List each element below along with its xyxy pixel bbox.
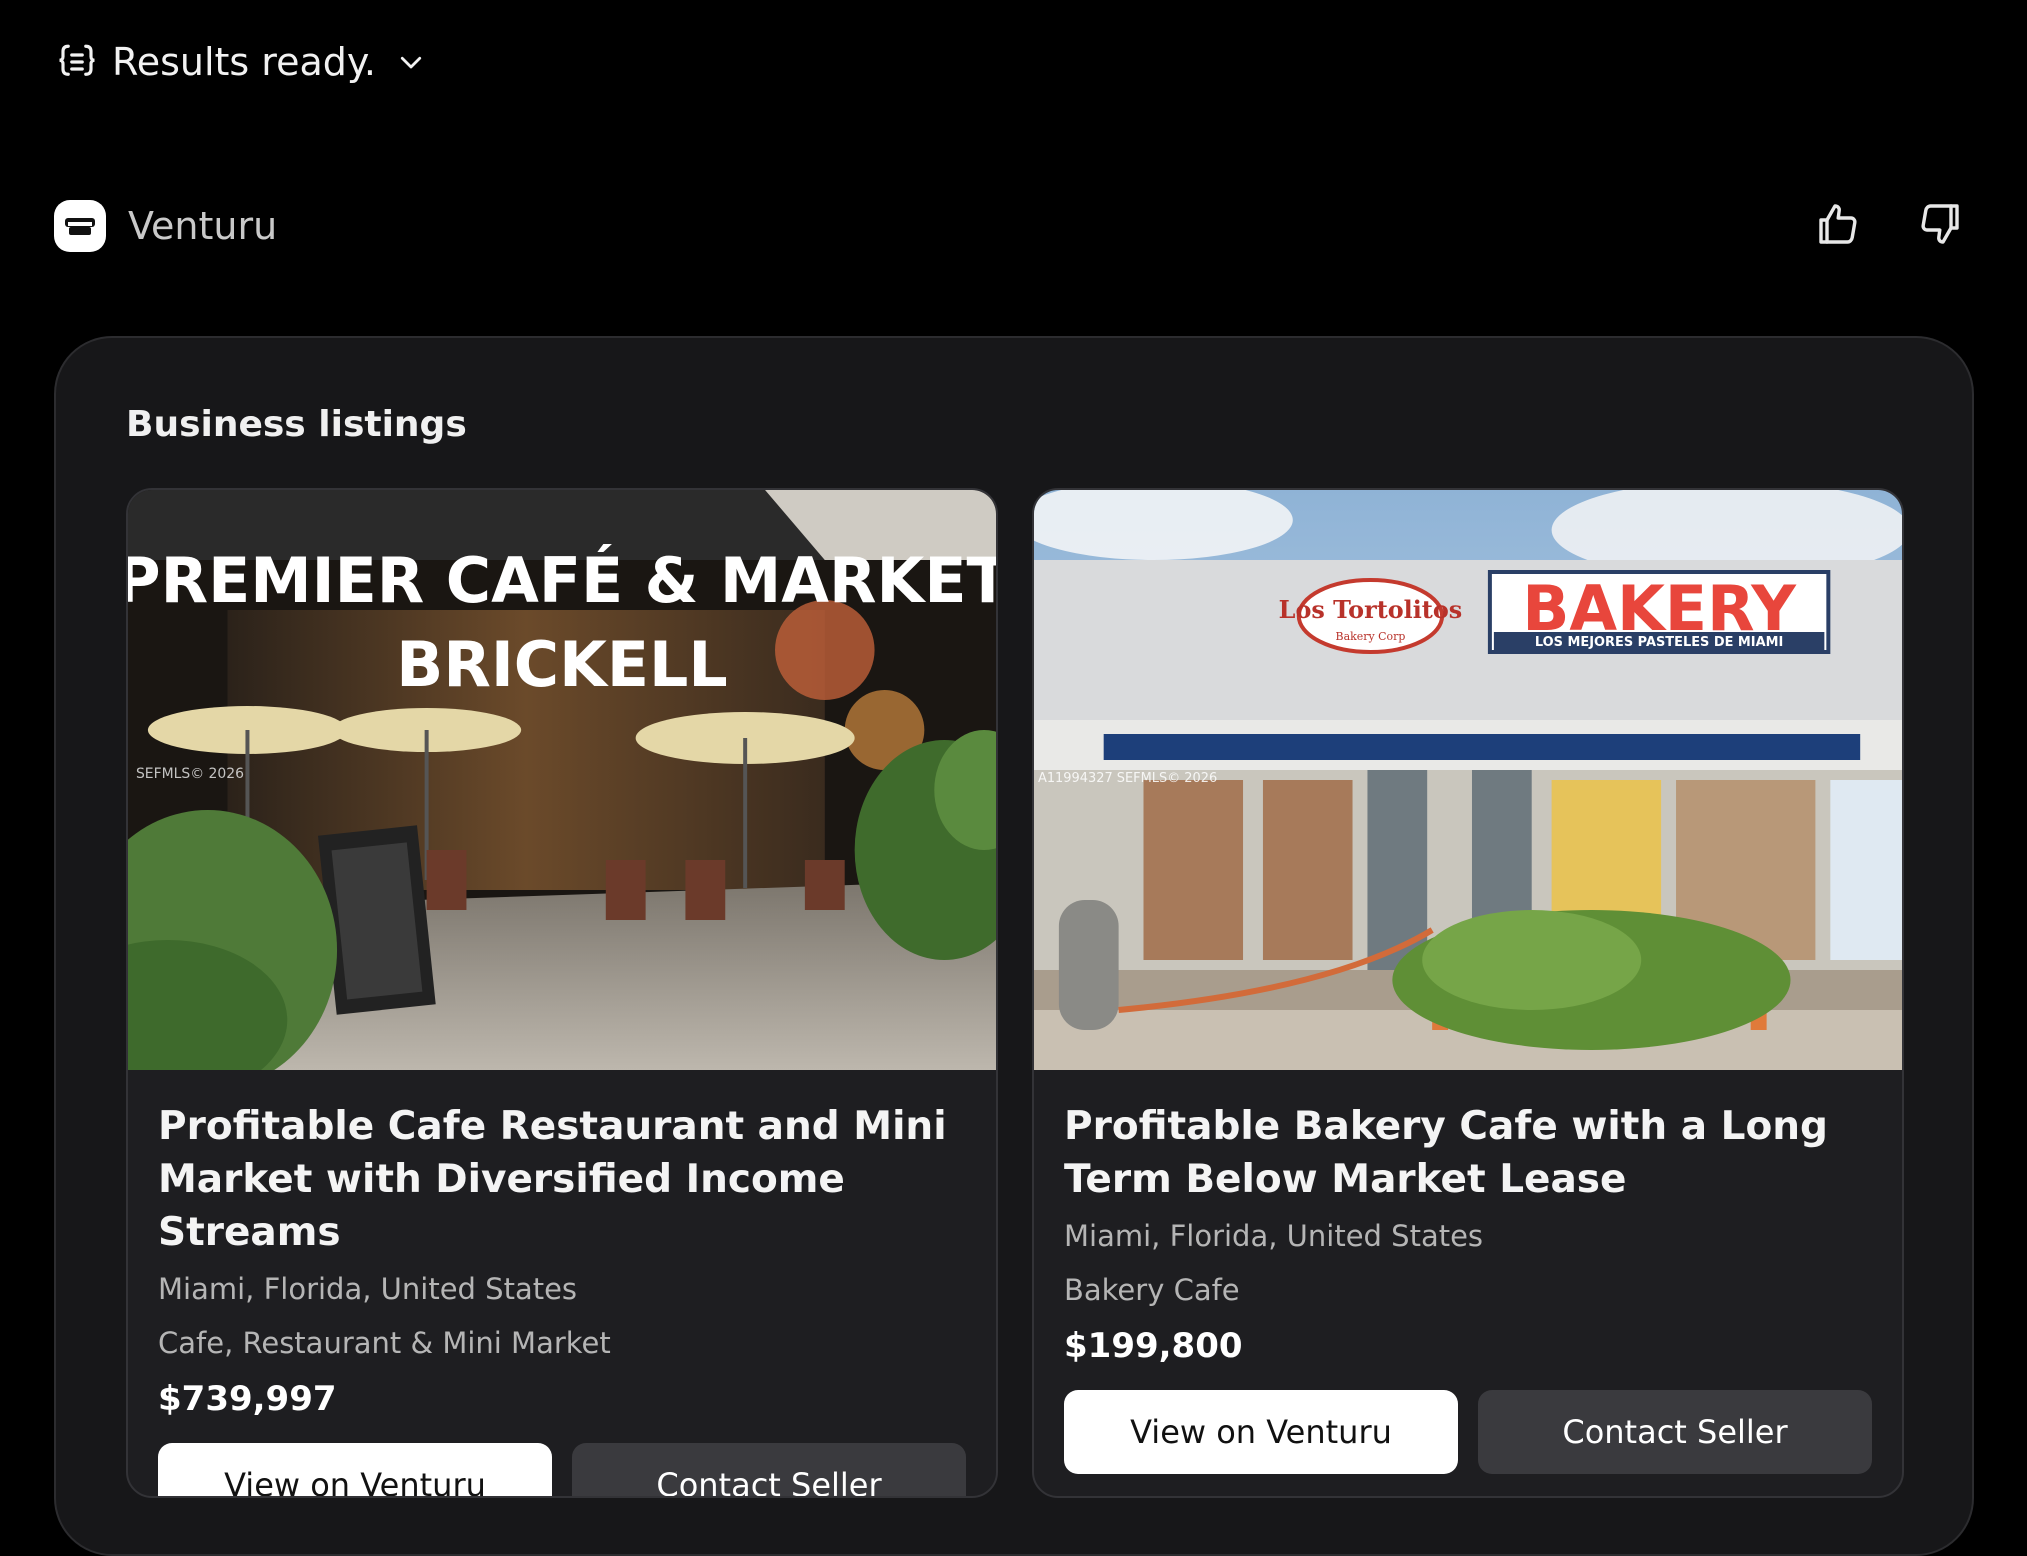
image-sign-sub: LOS MEJORES PASTELES DE MIAMI: [1535, 635, 1783, 650]
listing-card: PREMIER CAFÉ & MARKET BRICKELL SEFMLS© 2…: [126, 488, 998, 1498]
image-overlay-line1: PREMIER CAFÉ & MARKET: [128, 544, 996, 617]
feedback-controls: [1813, 200, 1965, 248]
agent-name: Venturu: [128, 204, 278, 248]
listing-price: $739,997: [158, 1379, 337, 1419]
listing-location: Miami, Florida, United States: [1064, 1219, 1484, 1253]
venturu-logo: [54, 200, 106, 252]
thumbs-up-icon[interactable]: [1813, 200, 1861, 248]
results-status[interactable]: Results ready.: [56, 40, 426, 84]
image-watermark: SEFMLS© 2026: [136, 766, 244, 782]
view-on-venturu-button[interactable]: View on Venturu: [1064, 1390, 1458, 1474]
listing-title[interactable]: Profitable Bakery Cafe with a Long Term …: [1064, 1100, 1872, 1206]
listing-card: Los Tortolitos Bakery Corp BAKERY LOS ME…: [1032, 488, 1904, 1498]
braces-list-icon: [59, 44, 95, 76]
contact-seller-button[interactable]: Contact Seller: [572, 1443, 966, 1496]
agent-header: Venturu: [54, 200, 277, 252]
listing-location: Miami, Florida, United States: [158, 1272, 578, 1306]
contact-seller-button[interactable]: Contact Seller: [1478, 1390, 1872, 1474]
view-on-venturu-button[interactable]: View on Venturu: [158, 1443, 552, 1496]
status-text: Results ready.: [112, 40, 377, 84]
business-listings-panel: Business listings PREMIER CAFÉ & MARKET …: [54, 336, 1974, 1556]
image-overlay-line2: BRICKELL: [396, 629, 727, 701]
panel-title: Business listings: [126, 404, 467, 445]
listing-image-bakery[interactable]: Los Tortolitos Bakery Corp BAKERY LOS ME…: [1034, 490, 1902, 1070]
listing-title[interactable]: Profitable Cafe Restaurant and Mini Mark…: [158, 1100, 966, 1259]
image-sign-logo-sub: Bakery Corp: [1336, 630, 1406, 643]
thumbs-down-icon[interactable]: [1917, 200, 1965, 248]
chevron-down-icon[interactable]: [396, 47, 426, 77]
listing-price: $199,800: [1064, 1326, 1243, 1366]
image-watermark: A11994327 SEFMLS© 2026: [1038, 771, 1217, 786]
listing-image-cafe[interactable]: PREMIER CAFÉ & MARKET BRICKELL SEFMLS© 2…: [128, 490, 996, 1070]
image-sign-logo: Los Tortolitos: [1279, 596, 1463, 624]
listing-category: Cafe, Restaurant & Mini Market: [158, 1326, 611, 1360]
listing-category: Bakery Cafe: [1064, 1273, 1240, 1307]
